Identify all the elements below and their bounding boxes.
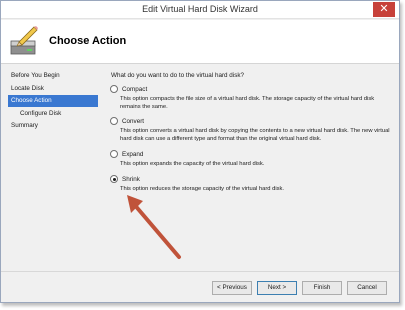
convert-label[interactable]: Convert [122,118,144,125]
wizard-steps-nav: Before You Begin Locate Disk Choose Acti… [1,65,101,270]
shrink-radio[interactable] [110,175,118,183]
compact-radio[interactable] [110,85,118,93]
cancel-button[interactable]: Cancel [347,281,387,295]
next-button[interactable]: Next > [257,281,297,295]
step-before-you-begin[interactable]: Before You Begin [8,70,98,82]
finish-button[interactable]: Finish [302,281,342,295]
previous-button[interactable]: < Previous [212,281,252,295]
wizard-footer: < Previous Next > Finish Cancel [1,271,399,302]
compact-label[interactable]: Compact [122,86,147,93]
title-bar[interactable]: Edit Virtual Hard Disk Wizard ✕ [1,1,399,19]
expand-radio[interactable] [110,150,118,158]
wizard-window: Edit Virtual Hard Disk Wizard ✕ Choose A… [0,0,400,303]
expand-label[interactable]: Expand [122,151,143,158]
step-choose-action[interactable]: Choose Action [8,95,98,107]
question-text: What do you want to do to the virtual ha… [111,72,245,79]
option-compact[interactable]: Compact [110,84,147,94]
close-button[interactable]: ✕ [373,2,395,17]
option-expand[interactable]: Expand [110,149,143,159]
option-shrink[interactable]: Shrink [110,174,140,184]
convert-description: This option converts a virtual hard disk… [120,128,390,142]
expand-description: This option expands the capacity of the … [120,161,265,167]
page-title: Choose Action [49,35,127,47]
window-title: Edit Virtual Hard Disk Wizard [142,4,258,14]
convert-radio[interactable] [110,117,118,125]
disk-pencil-icon [10,26,38,55]
step-summary[interactable]: Summary [8,120,98,132]
shrink-label[interactable]: Shrink [122,176,140,183]
step-configure-disk[interactable]: Configure Disk [15,108,98,120]
option-convert[interactable]: Convert [110,116,144,126]
annotation-arrow-icon [127,195,181,259]
compact-description: This option compacts the file size of a … [120,96,375,110]
wizard-header: Choose Action [1,20,399,64]
step-locate-disk[interactable]: Locate Disk [8,83,98,95]
close-icon: ✕ [379,2,389,15]
